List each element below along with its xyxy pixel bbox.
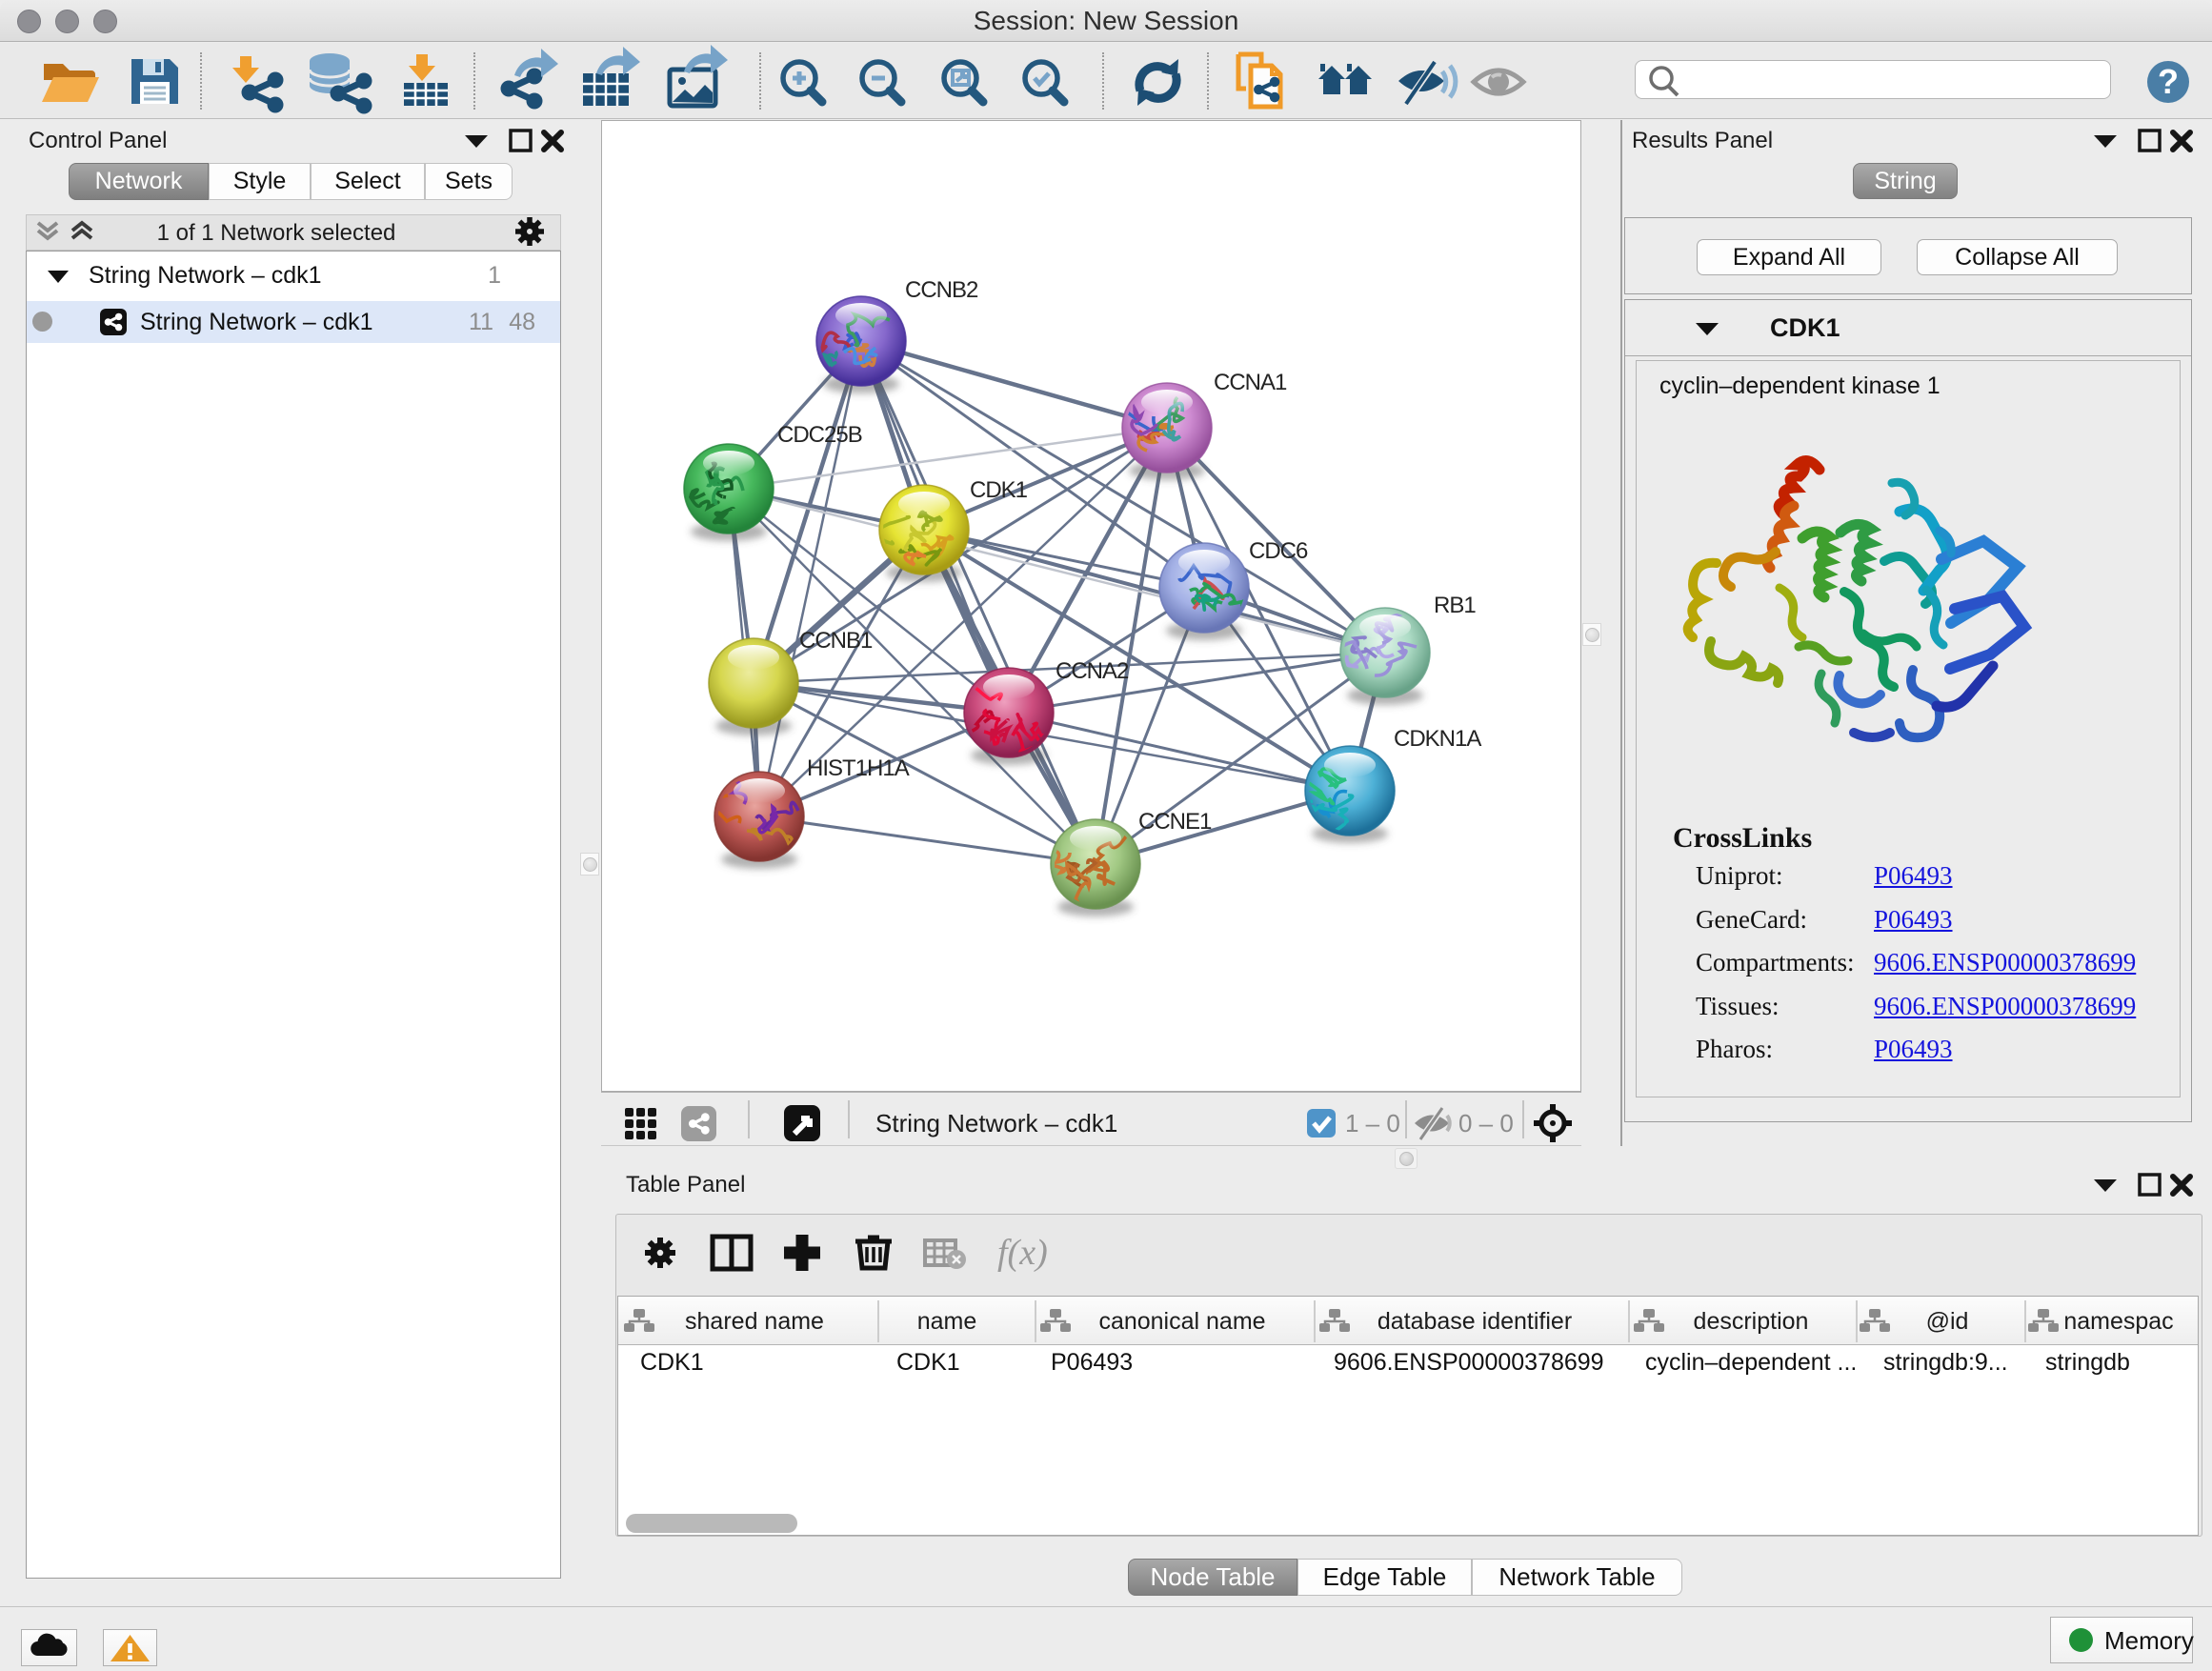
svg-text:description: description — [1694, 1308, 1809, 1335]
svg-text:shared name: shared name — [685, 1308, 824, 1335]
svg-text:CDK1: CDK1 — [970, 477, 1028, 503]
svg-text:CDC25B: CDC25B — [777, 422, 862, 448]
svg-text:RB1: RB1 — [1434, 593, 1476, 618]
svg-text:CCNA1: CCNA1 — [1214, 370, 1287, 395]
svg-text:CCNB1: CCNB1 — [799, 628, 873, 654]
svg-text:CDC6: CDC6 — [1249, 538, 1308, 564]
svg-text:String Network – cdk1: String Network – cdk1 — [875, 1109, 1117, 1137]
svg-text:database identifier: database identifier — [1377, 1308, 1572, 1335]
svg-text:canonical name: canonical name — [1098, 1308, 1265, 1335]
svg-text:name: name — [917, 1308, 977, 1335]
svg-text:CCNA2: CCNA2 — [1056, 658, 1129, 684]
svg-text:0 – 0: 0 – 0 — [1458, 1109, 1514, 1137]
svg-text:f(x): f(x) — [997, 1233, 1048, 1273]
svg-text:1 of 1 Network selected: 1 of 1 Network selected — [157, 220, 396, 246]
svg-text:@id: @id — [1926, 1308, 1969, 1335]
svg-text:CCNE1: CCNE1 — [1138, 809, 1212, 835]
svg-text:CCNB2: CCNB2 — [905, 277, 978, 303]
svg-text:namespac: namespac — [2063, 1308, 2173, 1335]
svg-text:1 – 0: 1 – 0 — [1345, 1109, 1400, 1137]
svg-text:CDKN1A: CDKN1A — [1394, 726, 1481, 752]
svg-text:HIST1H1A: HIST1H1A — [807, 755, 910, 781]
svg-text:?: ? — [2158, 62, 2179, 101]
